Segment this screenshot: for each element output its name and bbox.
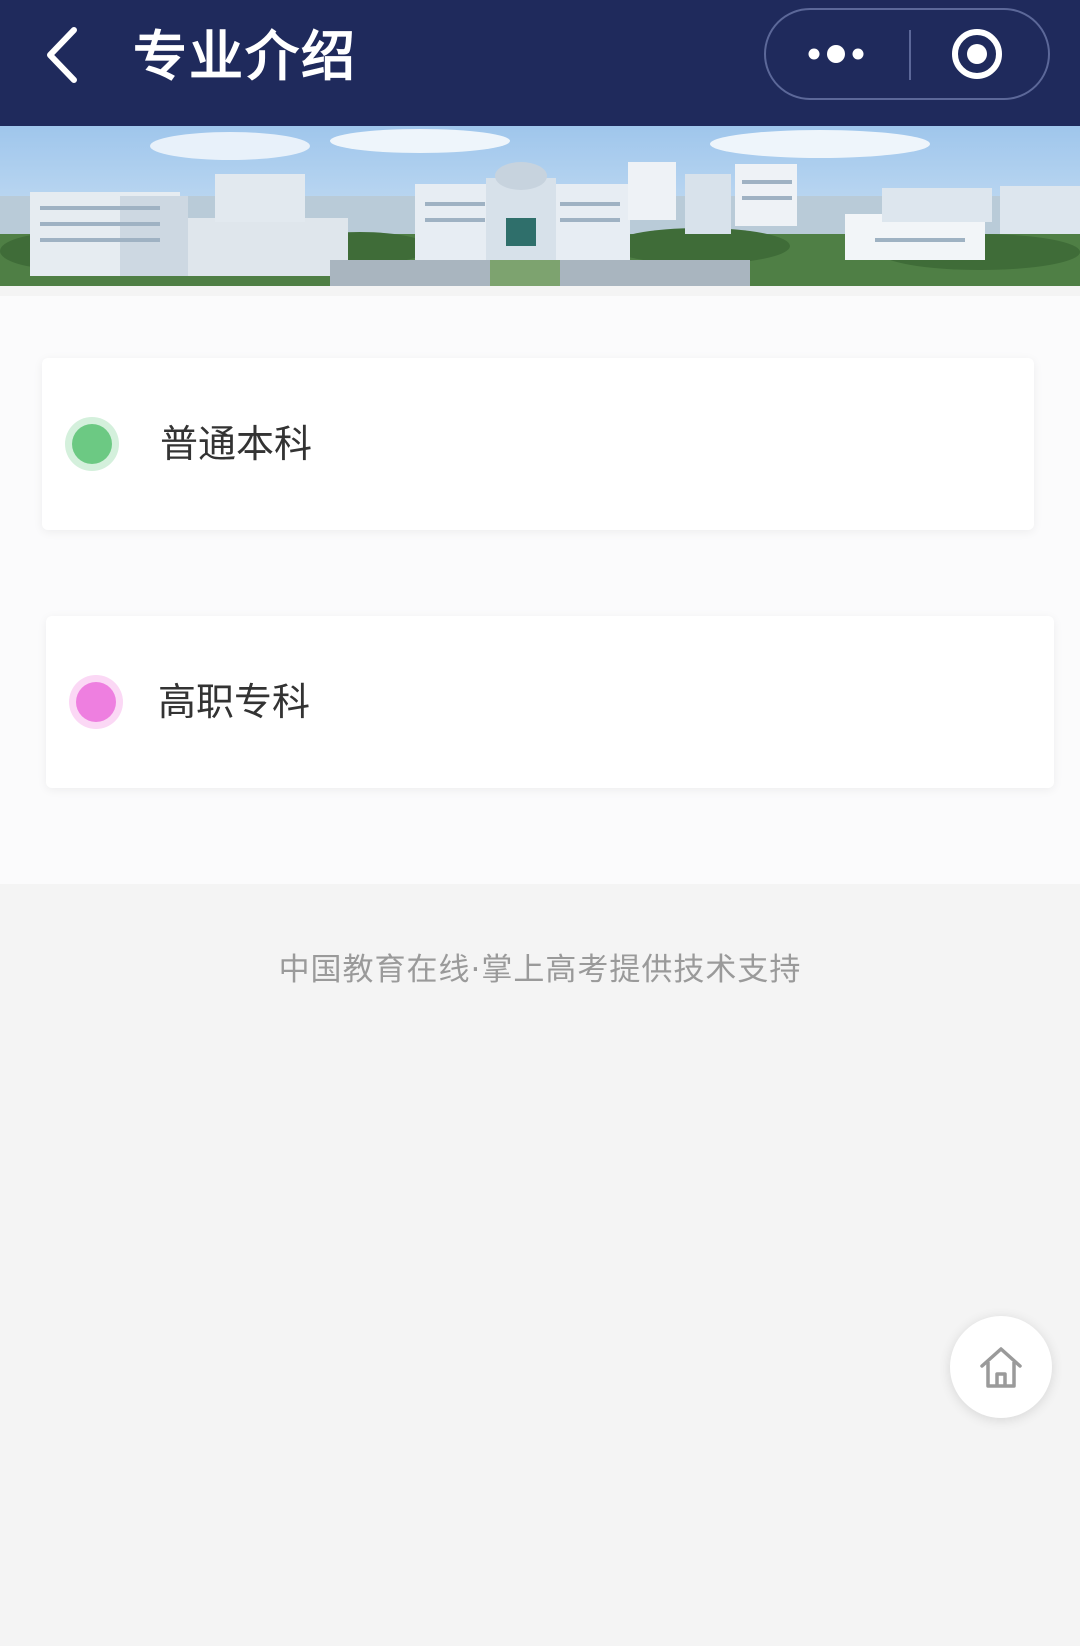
more-dots-icon	[808, 45, 864, 63]
target-circle-icon	[952, 29, 1002, 79]
category-label: 高职专科	[158, 680, 311, 724]
page-title: 专业介绍	[133, 25, 357, 88]
category-card-undergraduate[interactable]: 普通本科	[42, 358, 1034, 530]
more-button[interactable]	[766, 10, 909, 98]
tech-support-credit: 中国教育在线·掌上高考提供技术支持	[278, 952, 802, 988]
pink-dot-icon	[76, 682, 116, 722]
green-dot-icon	[72, 424, 112, 464]
major-category-panel: 普通本科 高职专科	[0, 296, 1080, 884]
close-mini-program-button[interactable]	[911, 10, 1048, 98]
campus-panorama	[0, 126, 1080, 286]
category-label: 普通本科	[160, 422, 313, 466]
top-navigation-bar: 专业介绍	[0, 0, 1080, 126]
home-icon	[980, 1347, 1022, 1388]
back-button[interactable]	[30, 20, 100, 90]
home-button[interactable]	[950, 1316, 1052, 1418]
category-card-vocational[interactable]: 高职专科	[46, 616, 1054, 788]
chevron-left-icon	[47, 27, 77, 83]
campus-banner-image	[0, 126, 1080, 286]
mini-program-capsule	[764, 8, 1050, 100]
